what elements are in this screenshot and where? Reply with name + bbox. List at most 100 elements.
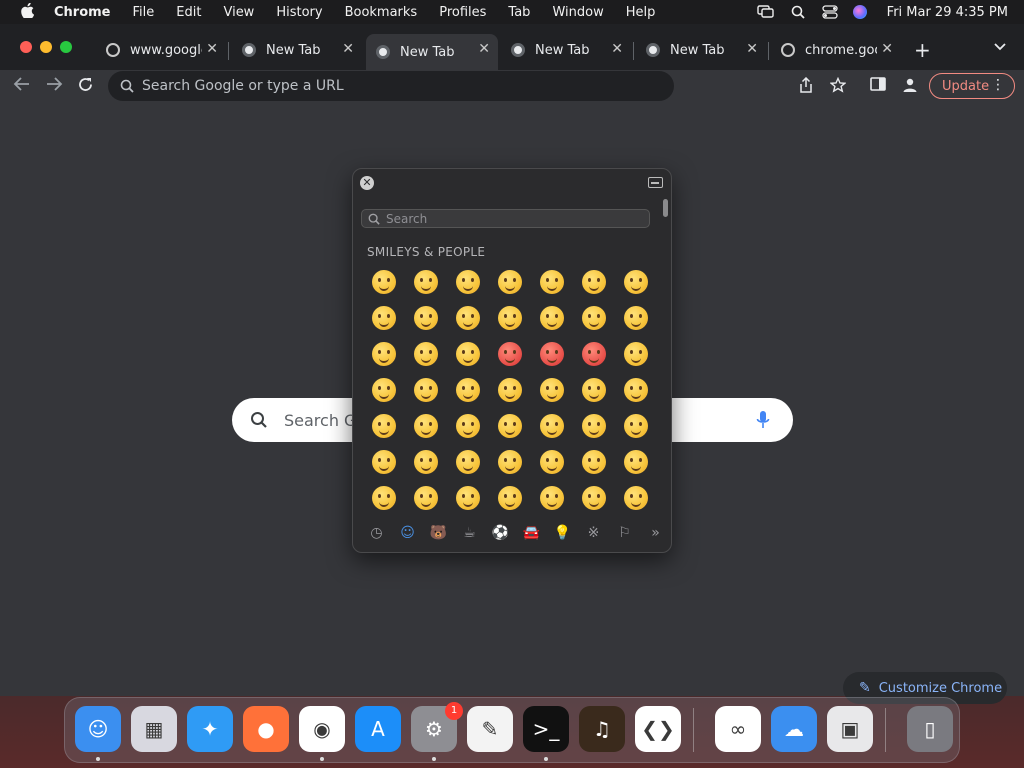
back-button[interactable] [13,76,31,97]
tab-close-icon[interactable]: ✕ [478,41,490,57]
travel-icon[interactable]: 🚘 [516,523,547,543]
control-center-icon[interactable] [821,5,839,19]
emoji-cell[interactable] [531,480,573,514]
emoji-cell[interactable] [573,408,615,444]
menubar-clock[interactable]: Fri Mar 29 4:35 PM [887,5,1008,20]
emoji-cell[interactable] [531,372,573,408]
dock-safari-icon[interactable]: ✦ [187,706,233,752]
emoji-cell[interactable] [447,336,489,372]
emoji-cell[interactable] [363,300,405,336]
tab-search-chevron-icon[interactable] [994,40,1006,54]
emoji-cell[interactable] [531,336,573,372]
minimize-window-button[interactable] [40,41,52,53]
food-icon[interactable]: ☕ [454,523,485,543]
fullscreen-window-button[interactable] [60,41,72,53]
objects-icon[interactable]: 💡 [547,523,578,543]
dock-trash-icon[interactable]: ▯ [907,706,953,752]
emoji-cell[interactable] [573,336,615,372]
dock-garageband-icon[interactable]: ♫ [579,706,625,752]
emoji-cell[interactable] [447,408,489,444]
tab-new-tab-1[interactable]: New Tab ✕ [232,34,362,66]
recent-icon[interactable]: ◷ [361,523,392,543]
menu-window[interactable]: Window [552,5,603,20]
tab-new-tab-active[interactable]: New Tab ✕ [366,34,498,70]
menu-profiles[interactable]: Profiles [439,5,486,20]
forward-button[interactable] [45,76,63,97]
emoji-cell[interactable] [615,300,655,336]
emoji-cell[interactable] [573,300,615,336]
emoji-cell[interactable] [489,372,531,408]
emoji-cell[interactable] [489,264,531,300]
flags-icon[interactable]: ⚐ [609,523,640,543]
profile-icon[interactable] [901,77,919,95]
reload-button[interactable] [77,76,94,98]
tab-close-icon[interactable]: ✕ [746,41,758,57]
dock-finder-icon[interactable]: ☺ [75,706,121,752]
emoji-cell[interactable] [489,408,531,444]
spotlight-search-icon[interactable] [789,5,807,19]
tab-new-tab-4[interactable]: New Tab ✕ [636,34,766,66]
dock-visual-studio-icon[interactable]: ∞ [715,706,761,752]
emoji-cell[interactable] [615,372,655,408]
dock-launchpad-icon[interactable]: ▦ [131,706,177,752]
dock-terminal-icon[interactable]: >_ [523,706,569,752]
dock-system-settings-icon[interactable]: ⚙ 1 [411,702,463,752]
share-icon[interactable] [797,76,815,95]
omnibox[interactable]: Search Google or type a URL [108,71,674,101]
menu-edit[interactable]: Edit [176,5,201,20]
tab-close-icon[interactable]: ✕ [342,41,354,57]
microphone-icon[interactable] [756,410,770,430]
emoji-cell[interactable] [447,480,489,514]
emoji-scrollbar[interactable] [663,199,668,217]
emoji-cell[interactable] [405,480,447,514]
emoji-cell[interactable] [573,372,615,408]
tab-new-tab-3[interactable]: New Tab ✕ [501,34,631,66]
emoji-cell[interactable] [531,264,573,300]
update-button[interactable]: Update ⋮ [929,73,1015,99]
dock-firefox-icon[interactable]: ● [243,706,289,752]
emoji-cell[interactable] [447,444,489,480]
apple-menu-icon[interactable] [16,2,38,22]
emoji-cell[interactable] [447,300,489,336]
emoji-cell[interactable] [363,444,405,480]
siri-icon[interactable] [852,5,867,19]
emoji-cell[interactable] [489,300,531,336]
symbols-icon[interactable]: ※ [578,523,609,543]
emoji-cell[interactable] [363,372,405,408]
dock-textedit-icon[interactable]: ✎ [467,706,513,752]
menu-app-chrome[interactable]: Chrome [54,5,111,20]
emoji-cell[interactable] [405,300,447,336]
emoji-cell[interactable] [615,336,655,372]
emoji-cell[interactable] [615,480,655,514]
tab-google[interactable]: www.google.c ✕ [96,34,226,66]
emoji-cell[interactable] [363,264,405,300]
emoji-cell[interactable] [405,372,447,408]
bookmark-star-icon[interactable] [829,76,847,95]
activity-icon[interactable]: ⚽ [485,523,516,543]
emoji-cell[interactable] [363,480,405,514]
emoji-cell[interactable] [615,444,655,480]
emoji-search-input[interactable]: Search [361,209,650,228]
emoji-cell[interactable] [405,264,447,300]
emoji-cell[interactable] [615,408,655,444]
tab-close-icon[interactable]: ✕ [611,41,623,57]
tab-close-icon[interactable]: ✕ [881,41,893,57]
animals-icon[interactable]: 🐻 [423,523,454,543]
expand-character-viewer-icon[interactable] [648,177,663,188]
emoji-cell[interactable] [531,300,573,336]
emoji-cell[interactable] [573,480,615,514]
dock-app-store-icon[interactable]: A [355,706,401,752]
emoji-cell[interactable] [489,336,531,372]
emoji-cell[interactable] [363,336,405,372]
tab-close-icon[interactable]: ✕ [206,41,218,57]
emoji-cell[interactable] [531,408,573,444]
close-window-button[interactable] [20,41,32,53]
emoji-cell[interactable] [405,408,447,444]
emoji-cell[interactable] [573,444,615,480]
emoji-cell[interactable] [615,264,655,300]
menu-help[interactable]: Help [626,5,656,20]
dock-weather-icon[interactable]: ☁ [771,706,817,752]
emoji-cell[interactable] [531,444,573,480]
emoji-cell[interactable] [447,372,489,408]
emoji-cell[interactable] [489,480,531,514]
